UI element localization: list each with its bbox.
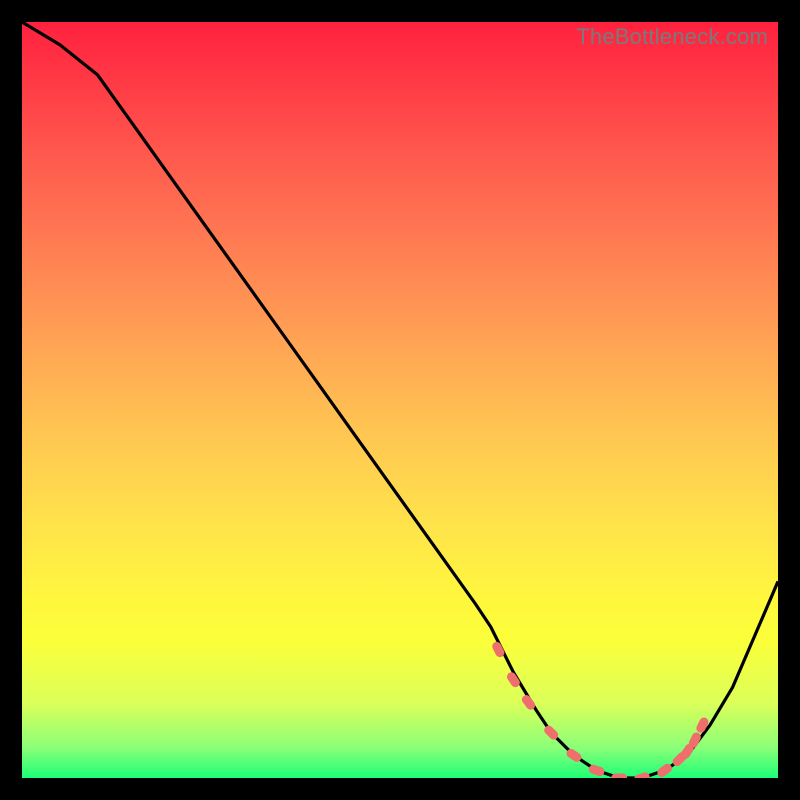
trough-marker	[542, 724, 560, 742]
trough-marker	[687, 731, 702, 749]
trough-marker	[656, 762, 674, 778]
chart-frame: TheBottleneck.com	[0, 0, 800, 800]
plot-area: TheBottleneck.com	[22, 22, 778, 778]
trough-marker	[505, 671, 521, 689]
trough-marker	[565, 747, 583, 763]
trough-marker	[588, 764, 606, 778]
trough-markers	[491, 640, 710, 778]
trough-marker	[520, 693, 537, 711]
curve-layer	[22, 22, 778, 778]
trough-marker	[671, 750, 689, 768]
bottleneck-curve	[22, 22, 778, 778]
trough-marker	[491, 640, 506, 658]
trough-marker	[633, 771, 651, 778]
trough-marker	[611, 774, 627, 779]
trough-marker	[679, 742, 695, 760]
trough-marker	[695, 716, 710, 734]
watermark-label: TheBottleneck.com	[576, 24, 768, 50]
